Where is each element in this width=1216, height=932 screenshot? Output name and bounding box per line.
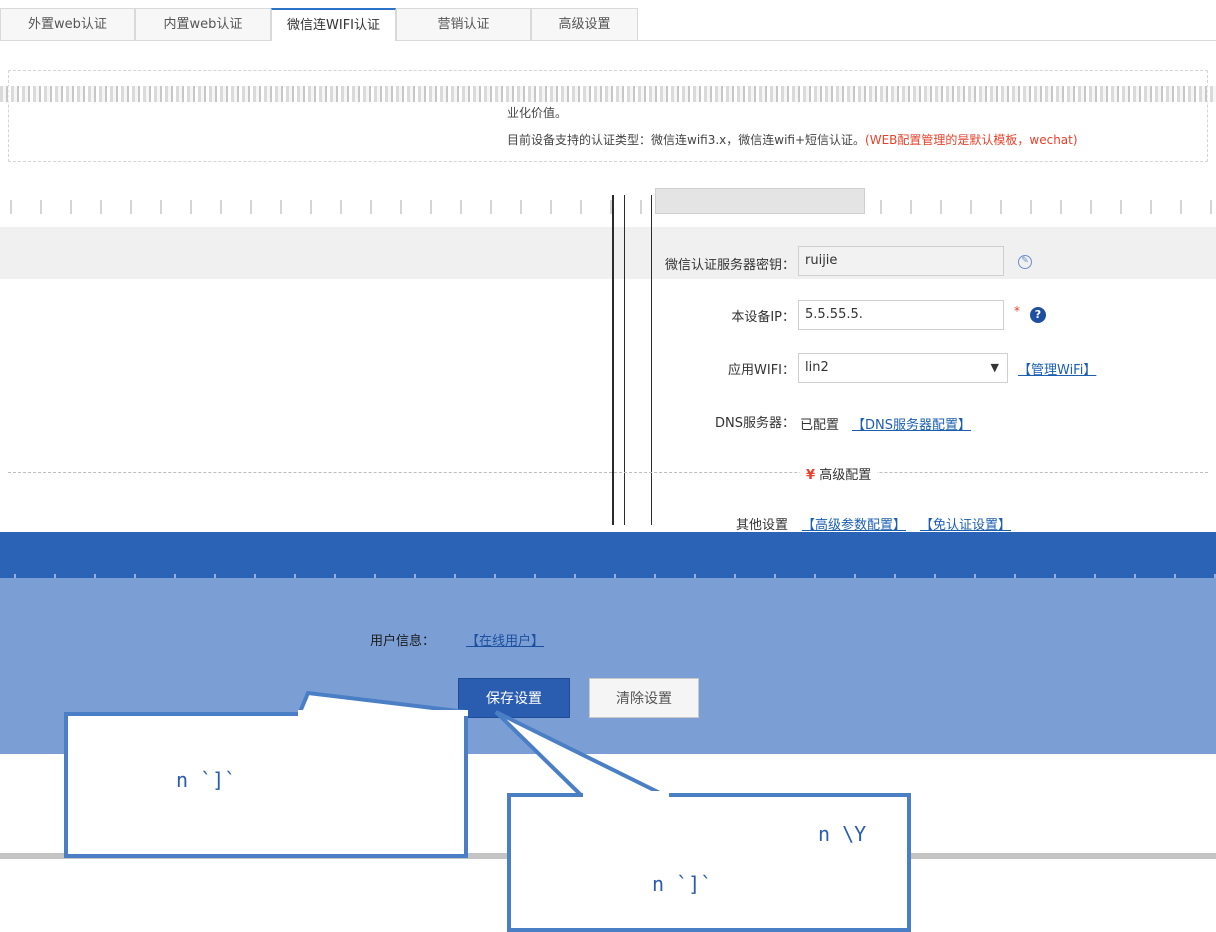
callout-join-mask: [583, 791, 669, 797]
right-callout-text-2: n `]`: [652, 872, 713, 896]
right-callout-text-1: n \Y: [818, 822, 867, 846]
right-callout: [507, 793, 911, 932]
callout-join-mask: [298, 710, 468, 716]
left-callout-text: n `]`: [176, 768, 237, 792]
left-callout: [64, 712, 468, 858]
right-callout-tail: [494, 710, 669, 799]
